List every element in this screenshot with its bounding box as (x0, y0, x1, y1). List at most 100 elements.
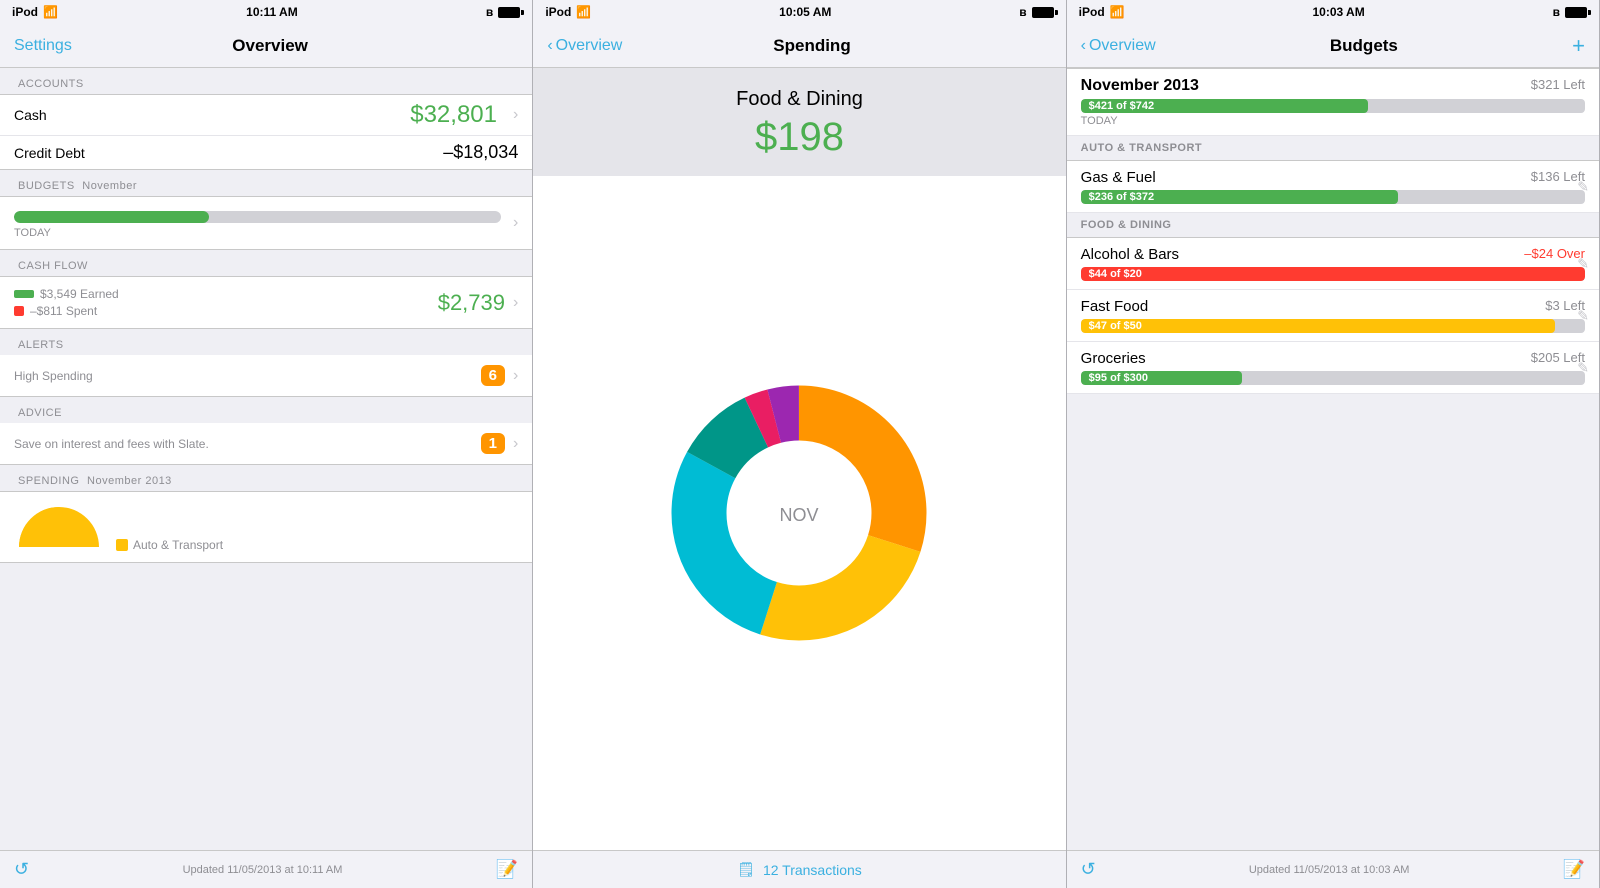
fast-food-item[interactable]: Fast Food $3 Left $47 of $50 ✎ (1067, 290, 1599, 342)
cash-row[interactable]: Cash $32,801 › (0, 95, 532, 136)
budgets-header: BUDGETS November (0, 170, 532, 196)
november-title-row: November 2013 $321 Left (1081, 77, 1585, 95)
gas-fuel-edit-icon[interactable]: ✎ (1577, 178, 1589, 195)
alcohol-bars-item[interactable]: Alcohol & Bars –$24 Over $44 of $20 ✎ (1067, 238, 1599, 290)
panel-budgets: iPod 📶 10:03 AM ʙ ‹ Overview Budgets + N… (1067, 0, 1600, 888)
cash-label: Cash (14, 107, 47, 123)
spending-category-title: Food & Dining (547, 88, 1051, 111)
back-button-2[interactable]: ‹ Overview (547, 37, 622, 55)
cashflow-section[interactable]: $3,549 Earned –$811 Spent $2,739 › (0, 276, 532, 329)
spending-category-header: Food & Dining $198 (533, 68, 1065, 176)
cash-chevron: › (513, 106, 518, 124)
content-3: November 2013 $321 Left $421 of $742 TOD… (1067, 68, 1599, 850)
donut-center-label: NOV (780, 505, 819, 525)
budgets-chevron: › (513, 214, 518, 232)
cashflow-chevron: › (513, 294, 518, 312)
fast-food-bar-fill: $47 of $50 (1081, 319, 1555, 333)
battery-icon-1 (498, 7, 520, 18)
alerts-item[interactable]: High Spending 6 › (0, 355, 532, 397)
device-label-2: iPod (545, 5, 571, 19)
alcohol-bars-edit-icon[interactable]: ✎ (1577, 255, 1589, 272)
edit-icon-3[interactable]: 📝 (1563, 859, 1585, 880)
budgets-bar-section[interactable]: TODAY › (0, 196, 532, 250)
refresh-icon-3[interactable]: ↺ (1081, 859, 1096, 880)
groceries-item[interactable]: Groceries $205 Left $95 of $300 ✎ (1067, 342, 1599, 394)
nav-bar-1: Settings Overview (0, 24, 532, 68)
gas-fuel-item[interactable]: Gas & Fuel $136 Left $236 of $372 ✎ (1067, 161, 1599, 213)
alcohol-bars-header: Alcohol & Bars –$24 Over (1081, 246, 1585, 263)
footer-3: ↺ Updated 11/05/2013 at 10:03 AM 📝 (1067, 850, 1599, 888)
alerts-badge: 6 (481, 365, 505, 386)
fast-food-header: Fast Food $3 Left (1081, 298, 1585, 315)
november-bar-label: $421 of $742 (1089, 99, 1154, 113)
groceries-bar-fill: $95 of $300 (1081, 371, 1242, 385)
status-left-1: iPod 📶 (12, 5, 58, 19)
cashflow-earned-row: $3,549 Earned (14, 287, 438, 301)
november-left: $321 Left (1531, 77, 1585, 95)
add-budget-button[interactable]: + (1572, 33, 1585, 59)
wifi-icon-2: 📶 (576, 5, 591, 19)
device-label-3: iPod (1079, 5, 1105, 19)
nav-title-1: Overview (232, 36, 308, 56)
time-1: 10:11 AM (246, 5, 298, 19)
fast-food-edit-icon[interactable]: ✎ (1577, 307, 1589, 324)
cashflow-header: CASH FLOW (0, 250, 532, 276)
spending-section[interactable]: Auto & Transport (0, 491, 532, 563)
advice-item[interactable]: Save on interest and fees with Slate. 1 … (0, 423, 532, 465)
legend-auto: Auto & Transport (133, 538, 223, 552)
cashflow-spent-row: –$811 Spent (14, 304, 438, 318)
groceries-edit-icon[interactable]: ✎ (1577, 359, 1589, 376)
alcohol-bars-bar-track: $44 of $20 (1081, 267, 1585, 281)
transactions-count: 12 Transactions (763, 862, 862, 878)
alcohol-bars-bar-label: $44 of $20 (1089, 267, 1142, 281)
advice-label: ADVICE (18, 407, 62, 419)
footer-updated-1: Updated 11/05/2013 at 10:11 AM (183, 864, 343, 876)
nav-title-2: Spending (773, 36, 850, 56)
today-label-1: TODAY (14, 227, 501, 239)
panel-overview: iPod 📶 10:11 AM ʙ Settings Overview ACCO… (0, 0, 533, 888)
transaction-icon: 🗒 (737, 861, 755, 878)
credit-label: Credit Debt (14, 145, 85, 161)
november-bar-track: $421 of $742 (1081, 99, 1585, 113)
spending-header-1: SPENDING November 2013 (0, 465, 532, 491)
alerts-sublabel: High Spending (14, 369, 481, 383)
cashflow-value: $2,739 (438, 290, 505, 316)
status-left-3: iPod 📶 (1079, 5, 1125, 19)
credit-row[interactable]: Credit Debt –$18,034 (0, 136, 532, 169)
footer-1: ↺ Updated 11/05/2013 at 10:11 AM 📝 (0, 850, 532, 888)
battery-icon-3 (1565, 7, 1587, 18)
accounts-header: ACCOUNTS (0, 68, 532, 94)
spending-half-donut (14, 502, 104, 552)
bluetooth-icon-1: ʙ (486, 5, 493, 19)
alcohol-bars-name: Alcohol & Bars (1081, 246, 1179, 263)
food-dining-header: FOOD & DINING (1067, 213, 1599, 238)
cashflow-earned: $3,549 Earned (40, 287, 119, 301)
edit-icon-1[interactable]: 📝 (496, 859, 518, 880)
refresh-icon-1[interactable]: ↺ (14, 859, 29, 880)
donut-container: NOV (533, 176, 1065, 850)
credit-value: –$18,034 (443, 142, 518, 163)
cashflow-label: CASH FLOW (18, 260, 88, 272)
alerts-item-left: High Spending (14, 369, 481, 383)
auto-transport-header: AUTO & TRANSPORT (1067, 136, 1599, 161)
spending-chart-area: Auto & Transport (14, 502, 518, 552)
device-label-1: iPod (12, 5, 38, 19)
accounts-section: Cash $32,801 › Credit Debt –$18,034 (0, 94, 532, 170)
transactions-footer[interactable]: 🗒 12 Transactions (533, 850, 1065, 888)
settings-button[interactable]: Settings (14, 37, 72, 55)
advice-chevron: › (513, 435, 518, 453)
gas-fuel-header: Gas & Fuel $136 Left (1081, 169, 1585, 186)
advice-badge: 1 (481, 433, 505, 454)
nav-bar-2: ‹ Overview Spending (533, 24, 1065, 68)
time-2: 10:05 AM (779, 5, 831, 19)
november-bar-fill: $421 of $742 (1081, 99, 1368, 113)
november-budget-item[interactable]: November 2013 $321 Left $421 of $742 TOD… (1067, 68, 1599, 136)
accounts-label: ACCOUNTS (18, 78, 84, 90)
back-button-3[interactable]: ‹ Overview (1081, 37, 1156, 55)
nav-bar-3: ‹ Overview Budgets + (1067, 24, 1599, 68)
advice-header: ADVICE (0, 397, 532, 423)
fast-food-name: Fast Food (1081, 298, 1149, 315)
battery-icon-2 (1032, 7, 1054, 18)
wifi-icon-3: 📶 (1110, 5, 1125, 19)
gas-fuel-bar-fill: $236 of $372 (1081, 190, 1399, 204)
